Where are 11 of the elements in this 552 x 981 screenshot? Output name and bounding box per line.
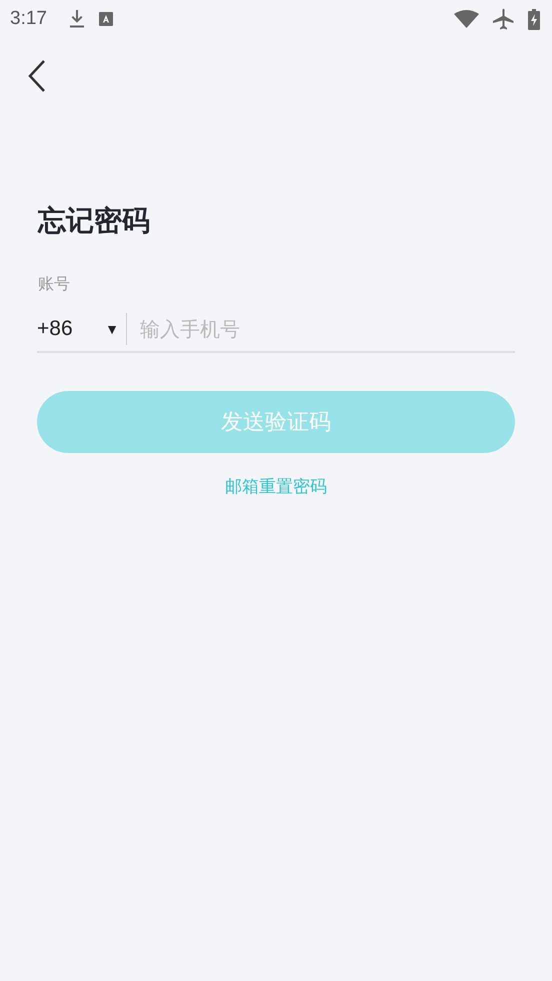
page-title: 忘记密码 [38, 204, 151, 238]
download-icon [68, 10, 85, 28]
wifi-icon [454, 10, 479, 28]
font-icon [98, 12, 113, 26]
airplane-icon [493, 8, 514, 30]
status-time: 3:17 [10, 8, 47, 30]
country-code-dropdown[interactable]: +86 ▼ [37, 316, 119, 341]
email-reset-link[interactable]: 邮箱重置密码 [225, 474, 327, 498]
phone-input-field[interactable]: 输入手机号 [140, 312, 515, 346]
account-label: 账号 [38, 274, 71, 295]
battery-icon [528, 8, 540, 30]
